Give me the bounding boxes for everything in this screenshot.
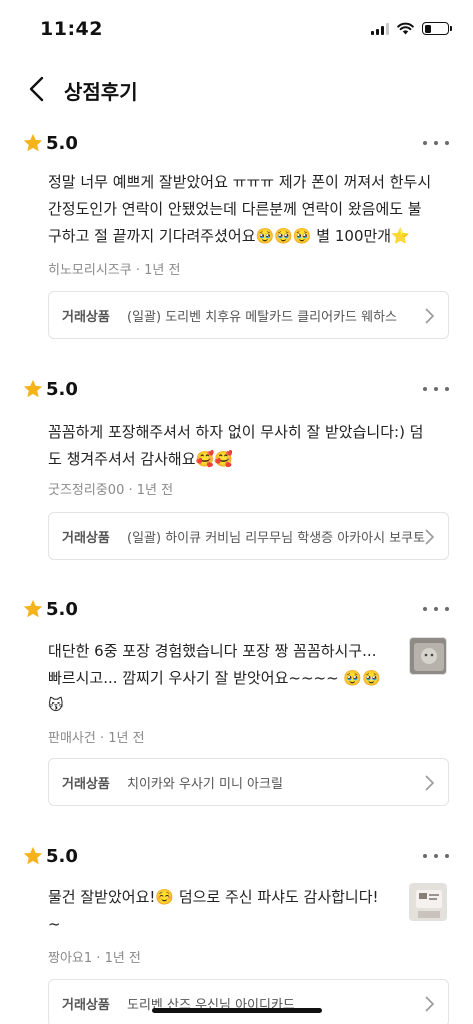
reviewer-name[interactable]: 히노모리시즈쿠: [48, 263, 132, 278]
review-photo[interactable]: [409, 637, 447, 675]
product-link[interactable]: 거래상품 (일괄) 하이큐 커비님 리무무님 학생증 아카아시 보쿠토: [48, 512, 449, 560]
chevron-right-icon: [425, 308, 435, 324]
review-photo[interactable]: [409, 883, 447, 921]
review-meta: 히노모리시즈쿠 · 1년 전: [48, 259, 180, 278]
meta-separator: ·: [96, 951, 105, 966]
status-time: 11:42: [40, 18, 103, 40]
chevron-right-icon: [425, 775, 435, 791]
review-time: 1년 전: [136, 483, 174, 498]
product-link[interactable]: 거래상품 치이카와 우사기 미니 아크릴: [48, 758, 449, 806]
product-label: 거래상품: [62, 531, 110, 546]
review-text: 꼼꼼하게 포장해주셔서 하자 없이 무사히 잘 받았습니다:) 덤 도 챙겨주셔…: [48, 423, 424, 468]
product-label: 거래상품: [62, 310, 110, 325]
rating: 5.0: [22, 377, 78, 401]
product-label: 거래상품: [62, 777, 110, 792]
battery-icon: [422, 22, 452, 35]
star-icon: [23, 599, 43, 618]
status-icons: [371, 22, 452, 35]
review-time: 1년 전: [104, 951, 141, 966]
rating-value: 5.0: [46, 132, 78, 154]
wifi-icon: [397, 22, 414, 35]
rating-value: 5.0: [46, 598, 78, 620]
more-options-button[interactable]: [423, 846, 449, 866]
signal-icon: [371, 22, 389, 35]
status-bar: 11:42: [0, 0, 473, 62]
product-name: (일괄) 도리벤 치후유 메탈카드 클리어카드 웨하스: [127, 310, 398, 325]
product-label: 거래상품: [62, 998, 110, 1013]
reviewer-name[interactable]: 굿즈정리중00: [48, 483, 124, 498]
review-meta: 굿즈정리중00 · 1년 전: [48, 479, 173, 498]
review-text: 정말 너무 예쁘게 잘받았어요 ㅠㅠㅠ 제가 폰이 꺼져서 한두시 간정도인가 …: [48, 173, 432, 245]
meta-separator: ·: [128, 483, 137, 498]
chevron-right-icon: [425, 529, 435, 545]
review-text: 대단한 6중 포장 경험했습니다 포장 짱 꼼꼼하시구... 빠르시고... 깜…: [48, 642, 381, 714]
product-link[interactable]: 거래상품 (일괄) 도리벤 치후유 메탈카드 클리어카드 웨하스: [48, 291, 449, 339]
page-title: 상점후기: [64, 80, 138, 104]
rating: 5.0: [22, 131, 78, 155]
more-options-button[interactable]: [423, 379, 449, 399]
header: 상점후기: [0, 66, 473, 114]
more-options-button[interactable]: [423, 133, 449, 153]
rating-value: 5.0: [46, 378, 78, 400]
chevron-left-icon: [29, 76, 44, 102]
product-name: 치이카와 우사기 미니 아크릴: [127, 777, 283, 792]
rating: 5.0: [22, 844, 78, 868]
product-name: (일괄) 하이큐 커비님 리무무님 학생증 아카아시 보쿠토: [127, 531, 425, 546]
more-options-button[interactable]: [423, 599, 449, 619]
star-icon: [23, 133, 43, 152]
meta-separator: ·: [135, 263, 145, 278]
home-indicator: [152, 1008, 322, 1013]
review-text: 물건 잘받았어요!☺️ 덤으로 주신 파샤도 감사합니다! ~: [48, 888, 379, 933]
review-time: 1년 전: [108, 731, 145, 746]
back-button[interactable]: [22, 72, 56, 106]
rating-value: 5.0: [46, 845, 78, 867]
star-icon: [23, 846, 43, 865]
chevron-right-icon: [425, 996, 435, 1012]
product-link[interactable]: 거래상품 도리벤 산즈 우신님 아이디카드: [48, 979, 449, 1024]
reviewer-name[interactable]: 판매사건: [48, 731, 96, 746]
meta-separator: ·: [99, 731, 109, 746]
rating: 5.0: [22, 597, 78, 621]
review-time: 1년 전: [144, 263, 181, 278]
reviewer-name[interactable]: 짱아요1: [48, 951, 92, 966]
star-icon: [23, 379, 43, 398]
review-meta: 판매사건 · 1년 전: [48, 727, 145, 746]
review-meta: 짱아요1 · 1년 전: [48, 947, 141, 966]
